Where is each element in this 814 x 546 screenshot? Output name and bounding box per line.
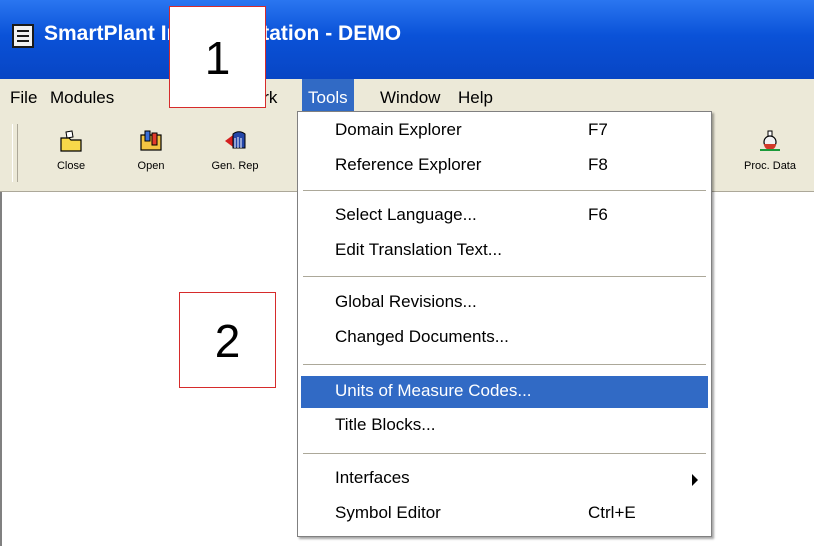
open-icon <box>139 130 163 152</box>
menu-item-domain-explorer[interactable]: Domain Explorer F7 <box>301 117 708 146</box>
menu-item-symbol-editor[interactable]: Symbol Editor Ctrl+E <box>301 500 708 529</box>
tools-dropdown-menu: Domain Explorer F7 Reference Explorer F8… <box>297 111 712 537</box>
menu-separator <box>303 276 706 278</box>
submenu-arrow-icon <box>692 474 698 486</box>
callout-1: 1 <box>169 6 266 108</box>
menu-item-interfaces[interactable]: Interfaces <box>301 465 708 494</box>
menu-item-select-language[interactable]: Select Language... F6 <box>301 202 708 231</box>
menu-modules[interactable]: Modules <box>50 79 114 116</box>
menu-item-units-of-measure-codes[interactable]: Units of Measure Codes... <box>301 376 708 408</box>
menu-item-reference-explorer[interactable]: Reference Explorer F8 <box>301 152 708 181</box>
toolbar-grip[interactable] <box>12 124 18 182</box>
menu-separator <box>303 453 706 455</box>
title-bar: SmartPlant Instrumentation - DEMO <box>0 0 814 79</box>
process-data-icon <box>758 130 782 152</box>
generate-report-icon <box>223 130 247 152</box>
callout-2: 2 <box>179 292 276 388</box>
menu-item-title-blocks[interactable]: Title Blocks... <box>301 412 708 441</box>
open-button[interactable]: Open <box>116 124 186 184</box>
close-folder-icon <box>59 130 83 152</box>
process-data-button[interactable]: Proc. Data <box>735 124 805 184</box>
menu-separator <box>303 364 706 366</box>
generate-report-button[interactable]: Gen. Rep <box>200 124 270 184</box>
menu-file[interactable]: File <box>10 79 37 116</box>
menu-item-global-revisions[interactable]: Global Revisions... <box>301 289 708 318</box>
menu-separator <box>303 190 706 192</box>
menu-item-edit-translation-text[interactable]: Edit Translation Text... <box>301 237 708 266</box>
menu-item-changed-documents[interactable]: Changed Documents... <box>301 324 708 353</box>
app-document-icon[interactable] <box>12 24 34 48</box>
close-button[interactable]: Close <box>36 124 106 184</box>
